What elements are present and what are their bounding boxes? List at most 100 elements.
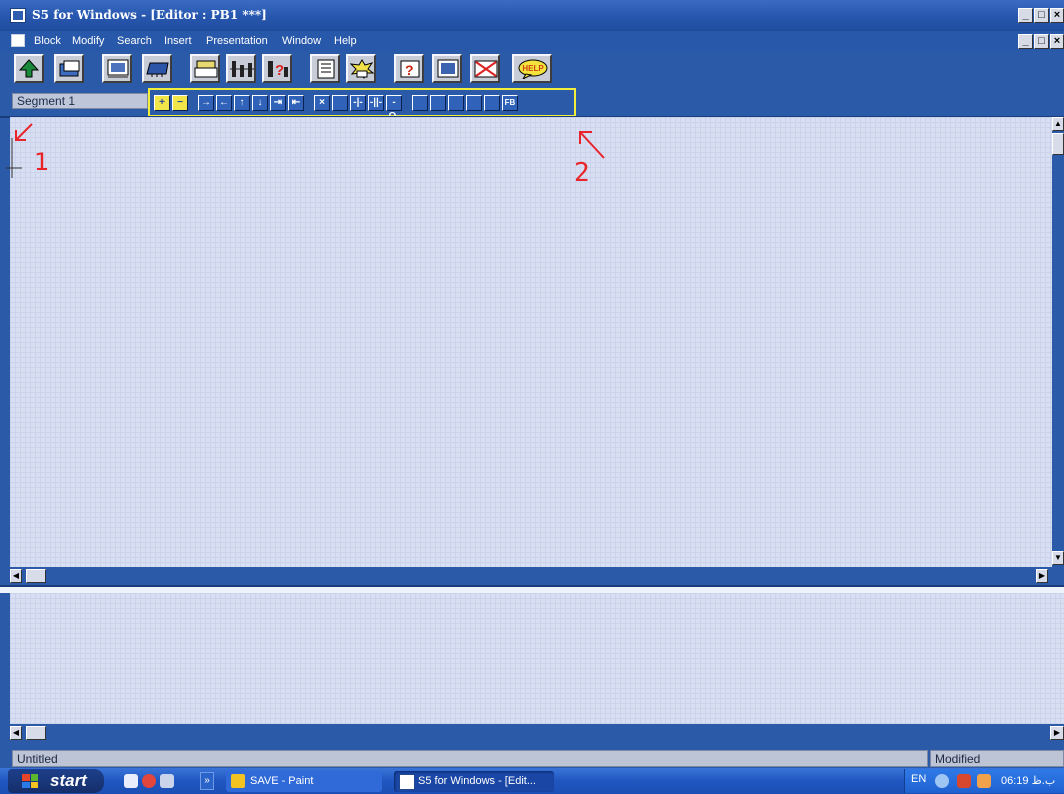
open-block-button[interactable]: [54, 54, 84, 83]
quicklaunch-icon[interactable]: [160, 774, 174, 788]
function-block-button[interactable]: FB: [502, 95, 518, 111]
plc-button[interactable]: [142, 54, 172, 83]
lower-pane[interactable]: [10, 593, 1064, 724]
scroll-right-button[interactable]: ▶: [1036, 569, 1048, 583]
branch-down-button[interactable]: ↓: [252, 95, 268, 111]
ladder-button[interactable]: [226, 54, 256, 83]
lower-scroll-left-button[interactable]: ◀: [10, 726, 22, 740]
annotation-label-1: 1: [34, 148, 50, 176]
module-icon: [194, 60, 218, 78]
flash-button[interactable]: [346, 54, 376, 83]
set-button[interactable]: [412, 95, 428, 111]
display-button[interactable]: [432, 54, 462, 83]
svg-text:?: ?: [405, 62, 414, 78]
scroll-down-button[interactable]: ▼: [1052, 551, 1064, 565]
quicklaunch-expand-icon[interactable]: »: [200, 772, 214, 790]
segment-label[interactable]: Segment 1: [12, 93, 148, 109]
task-s5-label: S5 for Windows - [Edit...: [418, 775, 536, 787]
menu-search[interactable]: Search: [117, 35, 152, 47]
monitor-button[interactable]: [102, 54, 132, 83]
diagnostics-button[interactable]: ?: [394, 54, 424, 83]
close-button[interactable]: ×: [1050, 8, 1064, 23]
messenger-icon[interactable]: [977, 774, 991, 788]
vertical-scrollbar[interactable]: ▲ ▼: [1052, 117, 1064, 567]
flash-icon: [350, 59, 374, 79]
pane-separator[interactable]: [0, 585, 1064, 593]
menu-help[interactable]: Help: [334, 35, 357, 47]
diagnostics-icon: ?: [400, 60, 420, 78]
branch-close-button[interactable]: ⇥: [270, 95, 286, 111]
minimize-button[interactable]: _: [1018, 8, 1033, 23]
branch-right-button[interactable]: →: [198, 95, 214, 111]
browser-icon[interactable]: [142, 774, 156, 788]
upload-button[interactable]: [14, 54, 44, 83]
help-icon: HELP: [518, 59, 548, 79]
display-icon: [437, 59, 459, 78]
coil-button[interactable]: -O-: [386, 95, 402, 122]
compare-button[interactable]: [484, 95, 500, 111]
menu-bar: Block Modify Search Insert Presentation …: [0, 31, 1064, 51]
upload-icon: [19, 59, 39, 78]
status-bar: Untitled Modified: [0, 748, 1064, 768]
task-s5[interactable]: S5 for Windows - [Edit...: [394, 771, 554, 792]
lower-horizontal-scrollbar[interactable]: ◀ ▶: [10, 724, 1064, 742]
app-icon[interactable]: [10, 8, 26, 23]
scroll-thumb[interactable]: [1052, 133, 1064, 155]
grid-element-button[interactable]: [332, 95, 348, 111]
start-button[interactable]: start: [8, 769, 104, 793]
maximize-button[interactable]: □: [1034, 8, 1049, 23]
menu-insert[interactable]: Insert: [164, 35, 192, 47]
no-contact-button[interactable]: -|-: [350, 95, 366, 111]
module-button[interactable]: [190, 54, 220, 83]
status-filename: Untitled: [12, 750, 928, 767]
remove-element-button[interactable]: −: [172, 95, 188, 111]
svg-text:?: ?: [275, 62, 284, 79]
menu-modify[interactable]: Modify: [72, 35, 104, 47]
delete-icon: [474, 60, 498, 78]
ladder-editor-canvas[interactable]: [10, 117, 1052, 567]
timer-button[interactable]: [448, 95, 464, 111]
horizontal-scrollbar[interactable]: ◀ ▶: [10, 567, 1064, 585]
cross-reference-button[interactable]: ?: [262, 54, 292, 83]
windows-logo-icon: [22, 774, 38, 788]
branch-open-button[interactable]: ⇤: [288, 95, 304, 111]
language-indicator[interactable]: EN: [911, 773, 926, 785]
lower-scroll-thumb[interactable]: [26, 726, 46, 740]
open-block-icon: [59, 60, 80, 77]
security-icon[interactable]: [957, 774, 971, 788]
document-icon[interactable]: [11, 34, 25, 47]
nc-contact-button[interactable]: -||-: [368, 95, 384, 111]
annotation-label-2: 2: [574, 158, 590, 188]
scroll-thumb-horizontal[interactable]: [26, 569, 46, 583]
branch-up-button[interactable]: ↑: [234, 95, 250, 111]
doc-restore-button[interactable]: □: [1034, 34, 1049, 49]
network-icon[interactable]: [935, 774, 949, 788]
doc-close-button[interactable]: ×: [1050, 34, 1064, 49]
show-desktop-icon[interactable]: [124, 774, 138, 788]
main-toolbar: ? ? HELP: [0, 51, 1064, 87]
task-paint[interactable]: SAVE - Paint: [226, 771, 382, 792]
scroll-up-button[interactable]: ▲: [1052, 117, 1064, 131]
cross-reference-icon: ?: [268, 61, 288, 79]
ladder-icon: [230, 61, 254, 77]
task-paint-label: SAVE - Paint: [250, 775, 314, 787]
lower-scroll-right-button[interactable]: ▶: [1050, 726, 1064, 740]
window-title: S5 for Windows - [Editor : PB1 ***]: [32, 8, 267, 22]
menu-presentation[interactable]: Presentation: [206, 35, 268, 47]
delete-element-button[interactable]: ×: [314, 95, 330, 111]
menu-block[interactable]: Block: [34, 35, 61, 47]
listing-icon: [317, 59, 335, 79]
help-button[interactable]: HELP: [512, 54, 552, 83]
monitor-icon: [107, 59, 129, 78]
doc-minimize-button[interactable]: _: [1018, 34, 1033, 49]
add-element-button[interactable]: +: [154, 95, 170, 111]
reset-button[interactable]: [430, 95, 446, 111]
branch-left-button[interactable]: ←: [216, 95, 232, 111]
status-modified: Modified: [930, 750, 1064, 767]
title-bar: S5 for Windows - [Editor : PB1 ***] _ □ …: [0, 0, 1064, 31]
scroll-left-button[interactable]: ◀: [10, 569, 22, 583]
menu-window[interactable]: Window: [282, 35, 321, 47]
delete-button[interactable]: [470, 54, 500, 83]
listing-button[interactable]: [310, 54, 340, 83]
counter-button[interactable]: [466, 95, 482, 111]
